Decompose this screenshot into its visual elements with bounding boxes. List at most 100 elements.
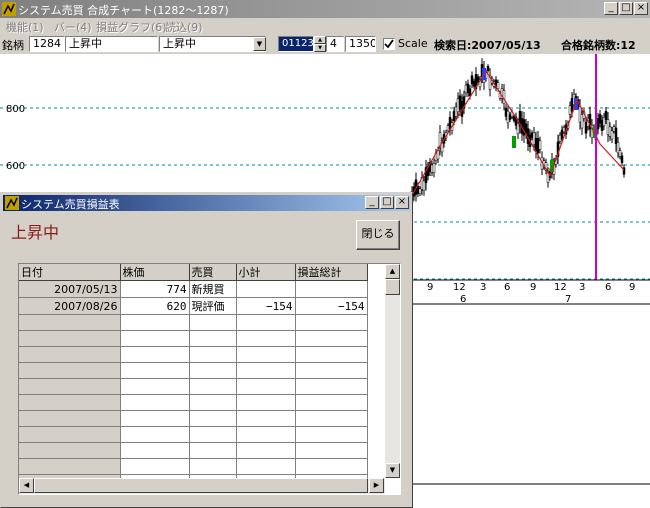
- x-tick-label: 6: [605, 282, 611, 293]
- vertical-scrollbar[interactable]: ▲ ▼: [385, 264, 400, 478]
- col-header-subtotal[interactable]: 小計: [236, 264, 296, 281]
- strategy-select[interactable]: 上昇中: [159, 36, 266, 52]
- dialog-titlebar[interactable]: システム売買損益表 _ □ ×: [3, 195, 410, 211]
- empty-cell: [295, 458, 368, 475]
- empty-cell: [236, 346, 296, 363]
- strategy-dropdown-arrow-icon[interactable]: ▼: [253, 37, 266, 51]
- x-tick-label: 3: [579, 282, 585, 293]
- date-field[interactable]: 011230: [278, 36, 314, 52]
- scale-checkbox[interactable]: [383, 38, 395, 50]
- x-tick-label: 9: [629, 282, 635, 293]
- empty-table-row[interactable]: [19, 442, 368, 459]
- empty-table-row[interactable]: [19, 362, 368, 379]
- menu-profit-graph[interactable]: 損益グラフ(6): [96, 19, 167, 35]
- empty-cell: [19, 330, 121, 347]
- main-titlebar[interactable]: システム売買 合成チャート(1282～1287) _ □ ×: [0, 0, 650, 18]
- empty-table-row[interactable]: [19, 330, 368, 347]
- candle-body: [562, 127, 566, 133]
- price-cell: 620: [120, 297, 190, 315]
- empty-cell: [295, 330, 368, 347]
- candle-body: [506, 110, 510, 124]
- menubar: 機能(1) バー(4) 損益グラフ(6) 読込(9): [0, 18, 650, 35]
- col-header-date[interactable]: 日付: [19, 264, 121, 281]
- x-tick-label: 12: [453, 282, 466, 293]
- candle-body: [598, 114, 602, 124]
- spin-up-icon[interactable]: ▲: [314, 36, 326, 44]
- code-field[interactable]: 1284: [29, 36, 65, 52]
- empty-table-row[interactable]: [19, 394, 368, 411]
- empty-cell: [189, 314, 237, 331]
- menu-function[interactable]: 機能(1): [6, 19, 44, 35]
- empty-table-row[interactable]: [19, 378, 368, 395]
- empty-cell: [295, 362, 368, 379]
- scroll-down-icon[interactable]: ▼: [385, 463, 400, 478]
- candle-body: [436, 150, 440, 160]
- count-field[interactable]: 1350: [345, 36, 376, 52]
- empty-cell: [295, 442, 368, 459]
- candle-body: [422, 180, 426, 192]
- candle-body: [578, 106, 582, 123]
- close-window-button[interactable]: ×: [634, 2, 648, 15]
- empty-cell: [120, 362, 190, 379]
- empty-table-row[interactable]: [19, 426, 368, 443]
- scale-label[interactable]: Scale: [398, 37, 428, 50]
- candle-body: [560, 129, 564, 140]
- col-header-total[interactable]: 損益総計: [295, 264, 368, 281]
- checkmark-icon: [384, 39, 394, 49]
- scroll-up-icon[interactable]: ▲: [385, 264, 400, 279]
- name-field[interactable]: 上昇中: [65, 36, 158, 52]
- scroll-right-icon[interactable]: ▶: [369, 478, 384, 493]
- horizontal-scroll-thumb[interactable]: [34, 478, 368, 493]
- maximize-button[interactable]: □: [619, 2, 633, 15]
- dialog-minimize-button[interactable]: _: [365, 196, 379, 209]
- horizontal-scrollbar[interactable]: ◀ ▶: [19, 478, 385, 494]
- empty-table-row[interactable]: [19, 346, 368, 363]
- candle-body: [602, 116, 606, 127]
- dialog-maximize-button[interactable]: □: [380, 196, 394, 209]
- empty-cell: [189, 378, 237, 395]
- date-cell: 2007/05/13: [19, 280, 121, 298]
- table-row[interactable]: 2007/08/26 620 現評価 −154 −154: [19, 297, 368, 315]
- scroll-left-icon[interactable]: ◀: [19, 478, 34, 493]
- close-dialog-button[interactable]: 閉じる: [356, 220, 400, 250]
- empty-cell: [19, 442, 121, 459]
- candle-body: [432, 163, 436, 173]
- step-field[interactable]: 4: [326, 36, 344, 52]
- empty-table-row[interactable]: [19, 314, 368, 331]
- empty-cell: [189, 394, 237, 411]
- empty-cell: [236, 378, 296, 395]
- toolbar: 銘柄 1284 上昇中 上昇中 ▼ 011230 ▲ ▼ 4 1350 Scal…: [0, 35, 650, 53]
- empty-cell: [120, 426, 190, 443]
- subtotal-cell: [236, 280, 296, 298]
- candle-body: [452, 111, 456, 121]
- candle-body: [596, 118, 600, 130]
- menu-load[interactable]: 読込(9): [165, 19, 203, 35]
- dialog-heading: 上昇中: [11, 223, 60, 242]
- pl-table: 日付 株価 売買 小計 損益総計 2007/05/13 774 新規買 2007…: [18, 263, 401, 495]
- minimize-button[interactable]: _: [604, 2, 618, 15]
- brand-label: 銘柄: [2, 39, 24, 52]
- date-spinner[interactable]: ▲ ▼: [314, 36, 326, 52]
- candle-body: [610, 130, 614, 140]
- candle-body: [470, 75, 474, 85]
- empty-table-row[interactable]: [19, 410, 368, 427]
- spin-down-icon[interactable]: ▼: [314, 44, 326, 52]
- menu-bar[interactable]: バー(4): [54, 19, 92, 35]
- empty-cell: [19, 394, 121, 411]
- x-group-label: 7: [565, 294, 571, 305]
- dialog-app-icon: [5, 196, 19, 210]
- table-row[interactable]: 2007/05/13 774 新規買: [19, 280, 368, 298]
- dialog-close-button[interactable]: ×: [395, 196, 409, 209]
- total-cell: −154: [295, 297, 368, 315]
- col-header-price[interactable]: 株価: [120, 264, 190, 281]
- col-header-trade[interactable]: 売買: [189, 264, 237, 281]
- empty-table-row[interactable]: [19, 458, 368, 475]
- pass-count-label: 合格銘柄数:12: [561, 39, 636, 52]
- empty-cell: [120, 394, 190, 411]
- vertical-scroll-thumb[interactable]: [385, 279, 400, 295]
- candle-body: [508, 114, 512, 120]
- date-cell: 2007/08/26: [19, 297, 121, 315]
- candle-body: [456, 98, 460, 113]
- candle-body: [418, 188, 422, 194]
- empty-cell: [19, 458, 121, 475]
